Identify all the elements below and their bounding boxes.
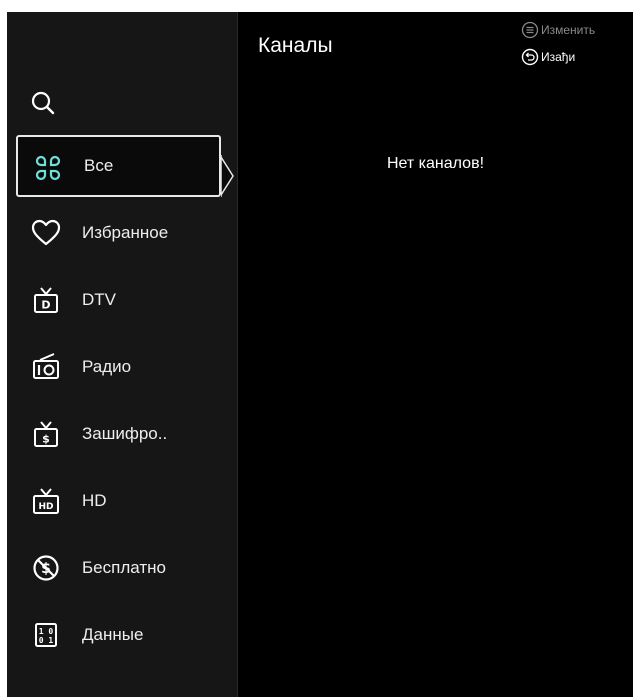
sidebar-item-favorites[interactable]: Избранное [16, 202, 221, 264]
data-icon: 1 0 0 1 [30, 619, 62, 651]
sidebar-item-radio[interactable]: Радио [16, 336, 221, 398]
svg-text:0 1: 0 1 [39, 636, 54, 645]
sidebar-item-label: Зашифро.. [82, 424, 168, 443]
menu-icon [521, 21, 539, 39]
edit-hint[interactable]: Изменить [521, 21, 595, 39]
sidebar-item-all[interactable]: Все [16, 135, 221, 197]
sidebar-item-label: Данные [82, 625, 144, 644]
back-hint[interactable]: Изађи [521, 48, 575, 66]
svg-text:1 0: 1 0 [39, 627, 54, 636]
sidebar-item-data[interactable]: 1 0 0 1 Данные [16, 604, 221, 666]
back-icon [521, 48, 539, 66]
sidebar-item-encrypted[interactable]: $ Зашифро.. [16, 403, 221, 465]
sidebar: Все Избранное D DTV Радио $ Зашифро.. HD… [7, 12, 238, 697]
sidebar-item-free[interactable]: $ Бесплатно [16, 537, 221, 599]
sidebar-item-dtv[interactable]: D DTV [16, 269, 221, 331]
page-title: Каналы [258, 34, 333, 57]
sidebar-item-label: HD [82, 491, 107, 510]
svg-text:D: D [41, 299, 50, 312]
sidebar-item-label: DTV [82, 290, 116, 309]
svg-text:$: $ [42, 433, 50, 446]
svg-text:HD: HD [38, 502, 53, 512]
tv-d-icon: D [30, 284, 62, 316]
back-hint-label: Изађи [541, 50, 576, 64]
sidebar-item-hd[interactable]: HD HD [16, 470, 221, 532]
sidebar-item-label: Бесплатно [82, 558, 166, 577]
tv-screen: Все Избранное D DTV Радио $ Зашифро.. HD… [7, 12, 633, 697]
sidebar-item-label: Радио [82, 357, 132, 376]
sidebar-item-label: Избранное [82, 223, 169, 242]
sidebar-item-label: Все [84, 156, 114, 175]
search-button[interactable] [30, 90, 56, 116]
empty-message: Нет каналов! [386, 155, 485, 172]
radio-icon [30, 351, 62, 383]
hd-tv-icon: HD [30, 485, 62, 517]
heart-icon [30, 217, 62, 249]
encrypted-tv-icon: $ [30, 418, 62, 450]
selection-pointer [221, 155, 234, 197]
edit-hint-label: Изменить [541, 23, 596, 37]
search-icon [31, 91, 55, 115]
free-icon: $ [30, 552, 62, 584]
grid-icon [32, 152, 64, 184]
